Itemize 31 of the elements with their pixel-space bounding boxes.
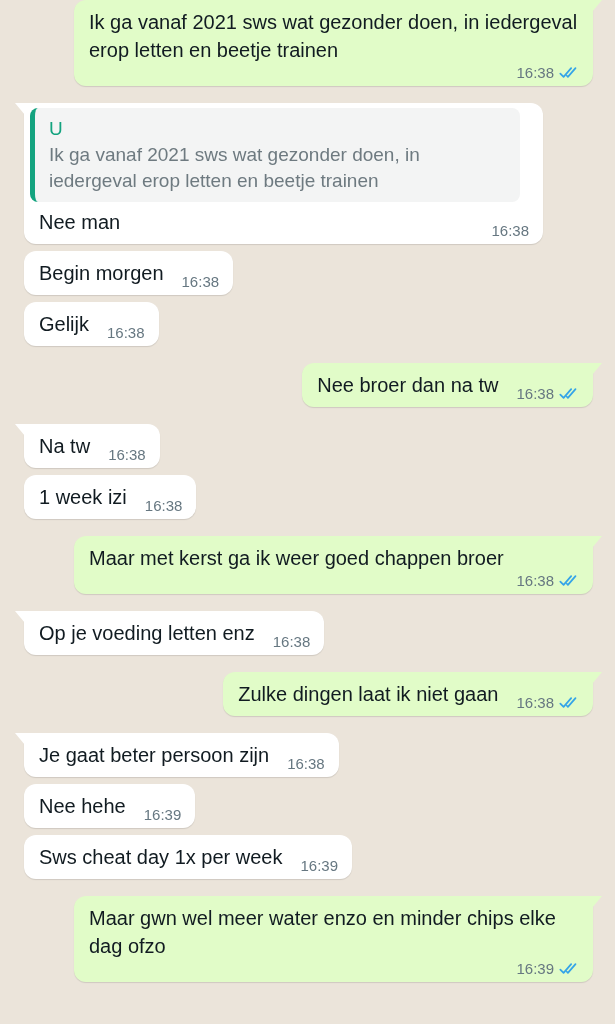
quote-text: Ik ga vanaf 2021 sws wat gezonder doen, in iedergeval erop letten en beetje trainen [49, 143, 421, 193]
message-time: 16:38 [181, 273, 220, 290]
quoted-message[interactable]: U Ik ga vanaf 2021 sws wat gezonder doen, in iedergeval erop letten en beetje trainen [30, 108, 520, 202]
message-text: Maar met kerst ga ik weer goed chappen broer [89, 546, 504, 571]
message-time: 16:38 [491, 222, 529, 239]
message-time: 16:38 [516, 385, 554, 402]
message-text: Nee broer dan na tw [317, 373, 499, 398]
message-time: 16:38 [107, 324, 145, 341]
message-text: Nee hehe [39, 794, 126, 819]
message-text: Sws cheat day 1x per week [39, 845, 283, 870]
message-time: 16:38 [144, 497, 183, 514]
message-text: Ik ga vanaf 2021 sws wat gezonder doen, in iedergeval erop letten en beetje trainen [89, 10, 579, 63]
quote-author: U [49, 117, 64, 141]
message-time: 16:39 [300, 857, 338, 874]
message-text: Je gaat beter persoon zijn [39, 743, 270, 768]
message-text: 1 week izi [39, 485, 127, 510]
message-time: 16:38 [516, 572, 554, 589]
message-text: Zulke dingen laat ik niet gaan [238, 682, 499, 707]
message-text: Nee man [39, 210, 121, 235]
message-time: 16:39 [143, 806, 182, 823]
message-text: Na tw [39, 434, 91, 459]
message-time: 16:38 [108, 446, 146, 463]
message-time: 16:38 [516, 64, 554, 81]
message-text: Op je voeding letten enz [39, 621, 255, 646]
message-time: 16:38 [516, 694, 554, 711]
message-time: 16:39 [516, 960, 554, 977]
message-time: 16:38 [272, 633, 311, 650]
message-text: Begin morgen [39, 261, 164, 286]
message-text: Gelijk [39, 312, 89, 337]
message-text: Maar gwn wel meer water enzo en minder chips elke dag ofzo [89, 906, 557, 959]
message-time: 16:38 [287, 755, 325, 772]
